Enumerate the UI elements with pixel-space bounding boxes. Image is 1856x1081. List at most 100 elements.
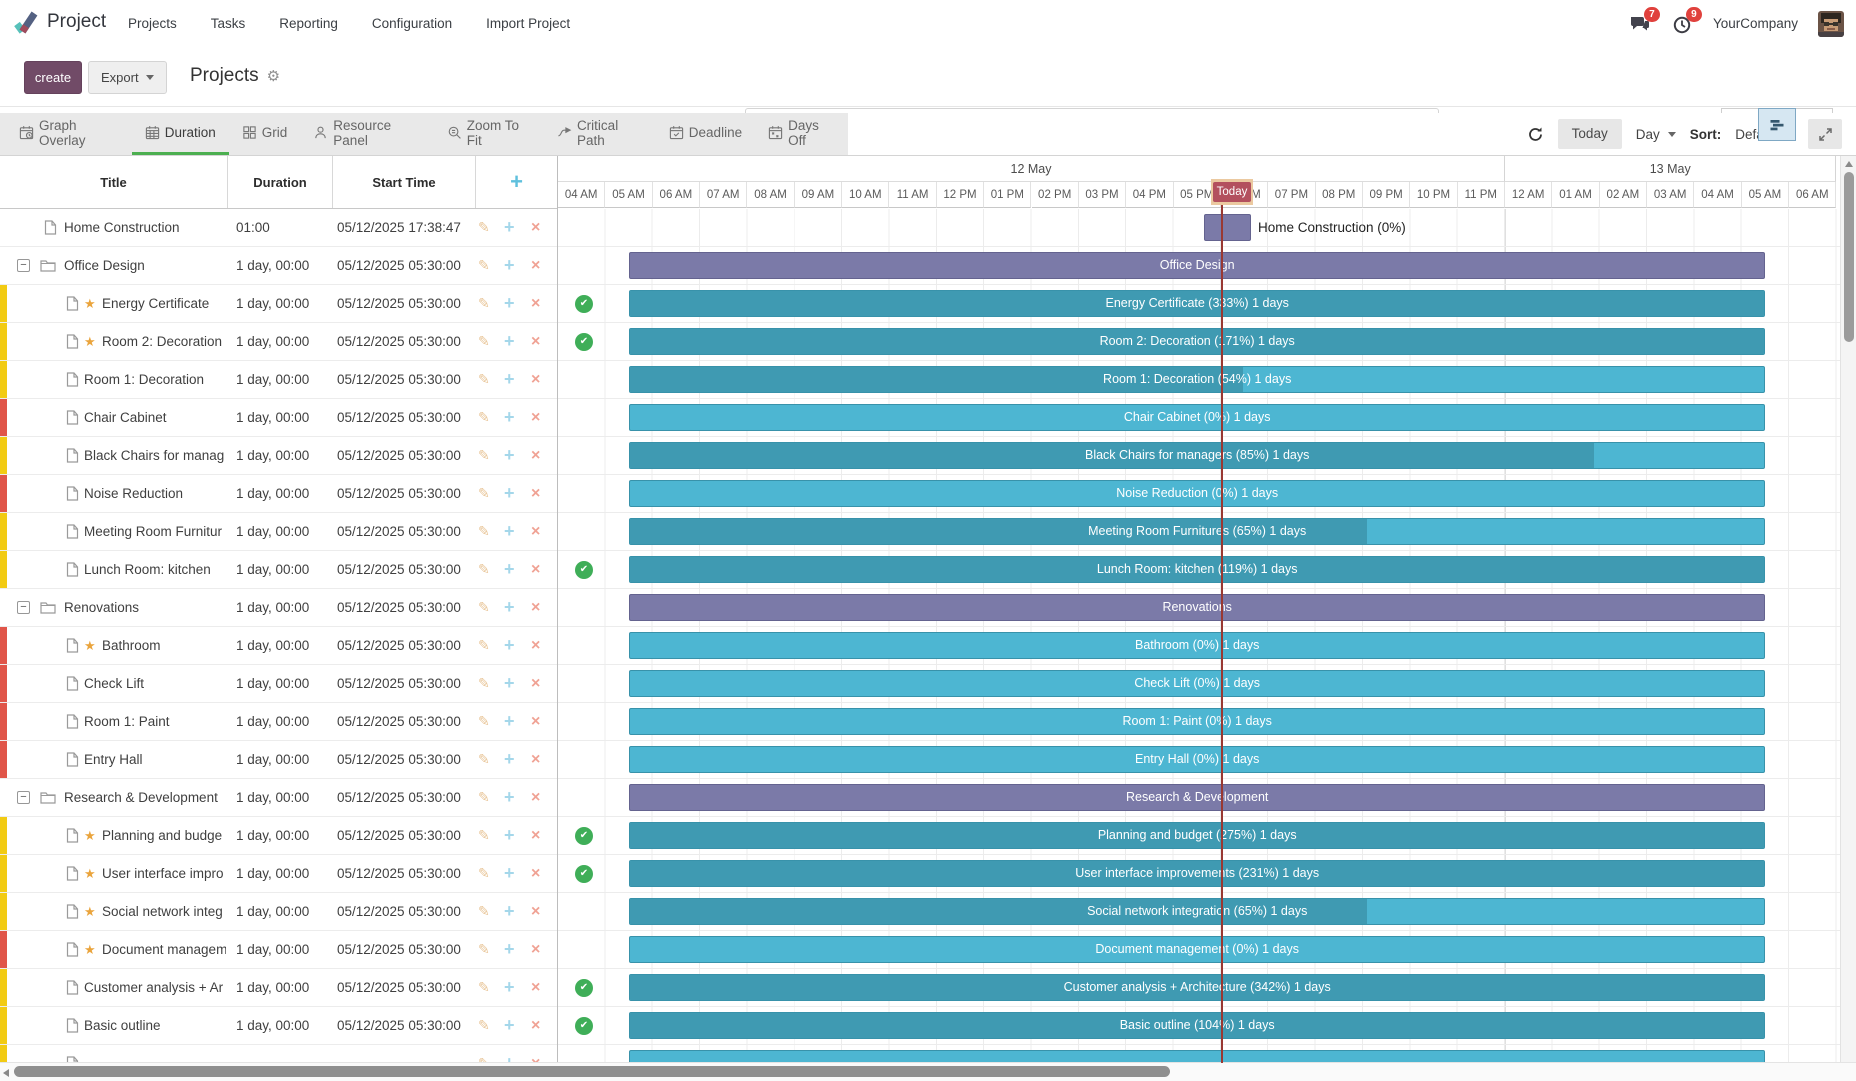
scroll-left-arrow-icon[interactable] bbox=[3, 1069, 9, 1077]
done-check-icon[interactable]: ✔ bbox=[575, 827, 593, 845]
table-row[interactable]: Black Chairs for manag1 day, 00:0005/12/… bbox=[0, 437, 557, 475]
company-menu[interactable]: YourCompany bbox=[1713, 16, 1798, 31]
favorite-star-icon[interactable]: ★ bbox=[84, 893, 96, 930]
edit-pencil-icon[interactable]: ✎ bbox=[478, 627, 490, 664]
gantt-bar[interactable]: Room 1: Paint (0%) 1 days bbox=[629, 708, 1765, 735]
favorite-star-icon[interactable]: ★ bbox=[84, 323, 96, 360]
edit-pencil-icon[interactable]: ✎ bbox=[478, 817, 490, 854]
delete-x-icon[interactable]: × bbox=[531, 893, 540, 930]
toolbar-button-duration[interactable]: Duration bbox=[132, 113, 229, 155]
toolbar-button-critical-path[interactable]: Critical Path bbox=[544, 113, 656, 155]
done-check-icon[interactable]: ✔ bbox=[575, 979, 593, 997]
edit-pencil-icon[interactable]: ✎ bbox=[478, 1045, 490, 1063]
delete-x-icon[interactable]: × bbox=[531, 703, 540, 740]
delete-x-icon[interactable]: × bbox=[531, 399, 540, 436]
add-subtask-icon[interactable]: + bbox=[504, 475, 515, 512]
edit-pencil-icon[interactable]: ✎ bbox=[478, 551, 490, 588]
gantt-bar-milestone[interactable] bbox=[1204, 214, 1251, 241]
add-subtask-icon[interactable]: + bbox=[504, 551, 515, 588]
table-row[interactable]: ★Planning and budge1 day, 00:0005/12/202… bbox=[0, 817, 557, 855]
add-subtask-icon[interactable]: + bbox=[504, 627, 515, 664]
delete-x-icon[interactable]: × bbox=[531, 969, 540, 1006]
add-subtask-icon[interactable]: + bbox=[504, 361, 515, 398]
add-subtask-icon[interactable]: + bbox=[504, 665, 515, 702]
delete-x-icon[interactable]: × bbox=[531, 1007, 540, 1044]
toolbar-button-resource-panel[interactable]: Resource Panel bbox=[300, 113, 433, 155]
favorite-star-icon[interactable]: ★ bbox=[84, 855, 96, 892]
create-button[interactable]: create bbox=[24, 61, 82, 94]
vertical-scrollbar-thumb[interactable] bbox=[1844, 172, 1854, 342]
favorite-star-icon[interactable]: ★ bbox=[84, 931, 96, 968]
collapse-toggle[interactable]: − bbox=[17, 791, 30, 804]
edit-pencil-icon[interactable]: ✎ bbox=[478, 589, 490, 626]
edit-pencil-icon[interactable]: ✎ bbox=[478, 361, 490, 398]
edit-pencil-icon[interactable]: ✎ bbox=[478, 855, 490, 892]
done-check-icon[interactable]: ✔ bbox=[575, 295, 593, 313]
delete-x-icon[interactable]: × bbox=[531, 779, 540, 816]
done-check-icon[interactable]: ✔ bbox=[575, 865, 593, 883]
collapse-toggle[interactable]: − bbox=[17, 259, 30, 272]
gantt-bar[interactable]: Social network integration (65%) 1 days bbox=[629, 898, 1765, 925]
add-subtask-icon[interactable]: + bbox=[504, 323, 515, 360]
export-button[interactable]: Export bbox=[88, 61, 167, 94]
table-row[interactable]: Check Lift1 day, 00:0005/12/2025 05:30:0… bbox=[0, 665, 557, 703]
gantt-bar[interactable]: Basic outline (104%) 1 days bbox=[629, 1012, 1765, 1039]
edit-pencil-icon[interactable]: ✎ bbox=[478, 893, 490, 930]
gantt-bar[interactable]: Room 1: Decoration (54%) 1 days bbox=[629, 366, 1765, 393]
gantt-bar[interactable]: Bathroom (0%) 1 days bbox=[629, 632, 1765, 659]
delete-x-icon[interactable]: × bbox=[531, 323, 540, 360]
gantt-bar[interactable]: Lunch Room: kitchen (119%) 1 days bbox=[629, 556, 1765, 583]
add-subtask-icon[interactable]: + bbox=[504, 247, 515, 284]
gantt-bar[interactable]: Office Design bbox=[629, 252, 1765, 279]
horizontal-scrollbar-thumb[interactable] bbox=[14, 1066, 1170, 1077]
gantt-bar[interactable]: Entry Hall (0%) 1 days bbox=[629, 746, 1765, 773]
delete-x-icon[interactable]: × bbox=[531, 665, 540, 702]
add-subtask-icon[interactable]: + bbox=[504, 209, 515, 246]
table-row[interactable]: Lunch Room: kitchen1 day, 00:0005/12/202… bbox=[0, 551, 557, 589]
delete-x-icon[interactable]: × bbox=[531, 551, 540, 588]
edit-pencil-icon[interactable]: ✎ bbox=[478, 931, 490, 968]
add-subtask-icon[interactable]: + bbox=[504, 703, 515, 740]
done-check-icon[interactable]: ✔ bbox=[575, 1017, 593, 1035]
user-avatar[interactable] bbox=[1818, 11, 1844, 37]
table-row[interactable]: −Renovations1 day, 00:0005/12/2025 05:30… bbox=[0, 589, 557, 627]
table-row[interactable]: Home Construction01:0005/12/2025 17:38:4… bbox=[0, 209, 557, 247]
toolbar-button-days-off[interactable]: Days Off bbox=[755, 113, 848, 155]
messages-button[interactable]: 7 bbox=[1629, 13, 1651, 35]
edit-pencil-icon[interactable]: ✎ bbox=[478, 399, 490, 436]
add-subtask-icon[interactable]: + bbox=[504, 513, 515, 550]
horizontal-scrollbar[interactable] bbox=[0, 1062, 1856, 1081]
delete-x-icon[interactable]: × bbox=[531, 627, 540, 664]
edit-pencil-icon[interactable]: ✎ bbox=[478, 437, 490, 474]
table-row[interactable]: ★Document managem1 day, 00:0005/12/2025 … bbox=[0, 931, 557, 969]
add-subtask-icon[interactable]: + bbox=[504, 779, 515, 816]
view-gantt-button[interactable] bbox=[1758, 108, 1796, 141]
table-row[interactable]: −Research & Development1 day, 00:0005/12… bbox=[0, 779, 557, 817]
table-row[interactable]: Room 1: Paint1 day, 00:0005/12/2025 05:3… bbox=[0, 703, 557, 741]
add-subtask-icon[interactable]: + bbox=[504, 931, 515, 968]
table-row[interactable]: Entry Hall1 day, 00:0005/12/2025 05:30:0… bbox=[0, 741, 557, 779]
add-task-button[interactable]: + bbox=[476, 156, 557, 208]
add-subtask-icon[interactable]: + bbox=[504, 855, 515, 892]
add-subtask-icon[interactable]: + bbox=[504, 969, 515, 1006]
add-subtask-icon[interactable]: + bbox=[504, 1045, 515, 1063]
toolbar-button-deadline[interactable]: Deadline bbox=[656, 113, 755, 155]
table-row[interactable]: ★Social network integ1 day, 00:0005/12/2… bbox=[0, 893, 557, 931]
gantt-bar[interactable]: Room 2: Decoration (171%) 1 days bbox=[629, 328, 1765, 355]
toolbar-button-graph-overlay[interactable]: Graph Overlay bbox=[6, 113, 132, 155]
edit-pencil-icon[interactable]: ✎ bbox=[478, 703, 490, 740]
gantt-bar[interactable]: Meeting Room Furnitures (65%) 1 days bbox=[629, 518, 1765, 545]
edit-pencil-icon[interactable]: ✎ bbox=[478, 741, 490, 778]
table-row[interactable]: Meeting Room Furnitur1 day, 00:0005/12/2… bbox=[0, 513, 557, 551]
add-subtask-icon[interactable]: + bbox=[504, 437, 515, 474]
done-check-icon[interactable]: ✔ bbox=[575, 333, 593, 351]
menu-item-projects[interactable]: Projects bbox=[128, 16, 177, 31]
edit-pencil-icon[interactable]: ✎ bbox=[478, 247, 490, 284]
scroll-up-arrow-icon[interactable] bbox=[1845, 161, 1853, 167]
gantt-bar[interactable]: Document management (0%) 1 days bbox=[629, 936, 1765, 963]
gantt-bar[interactable]: Customer analysis + Architecture (342%) … bbox=[629, 974, 1765, 1001]
table-row[interactable]: Noise Reduction1 day, 00:0005/12/2025 05… bbox=[0, 475, 557, 513]
menu-item-tasks[interactable]: Tasks bbox=[211, 16, 246, 31]
menu-item-configuration[interactable]: Configuration bbox=[372, 16, 452, 31]
vertical-scrollbar[interactable] bbox=[1840, 156, 1856, 1063]
